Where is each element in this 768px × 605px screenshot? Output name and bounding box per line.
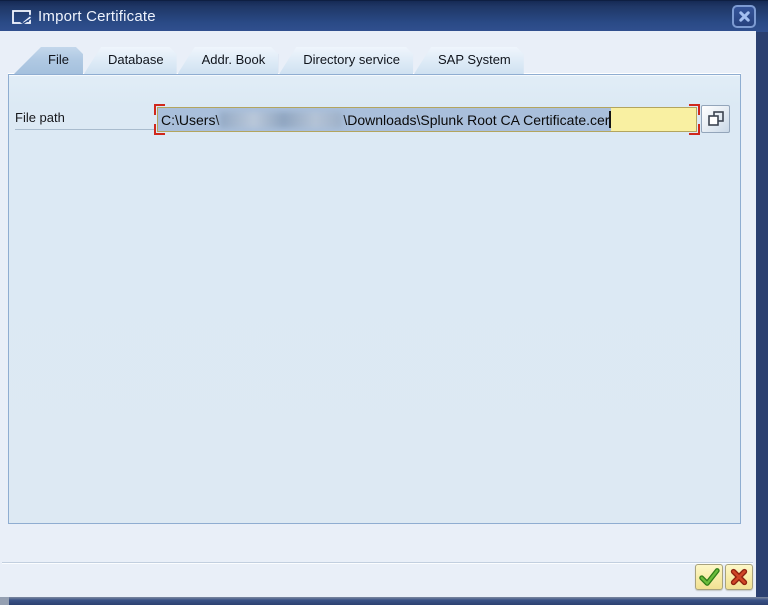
- selected-text: C:\Users\ \Downloads\Splunk Root CA Certi…: [158, 108, 611, 131]
- import-certificate-dialog: Import Certificate File Database Addr. B…: [0, 0, 768, 605]
- redacted-username: [220, 112, 342, 128]
- cancel-button[interactable]: [725, 564, 753, 590]
- tab-file[interactable]: File: [14, 47, 83, 74]
- resize-grip: [0, 597, 9, 605]
- dialog-edit-icon: [11, 8, 33, 26]
- file-path-field[interactable]: C:\Users\ \Downloads\Splunk Root CA Certi…: [154, 104, 700, 135]
- footer-divider: [2, 562, 753, 563]
- file-path-input[interactable]: C:\Users\ \Downloads\Splunk Root CA Certi…: [157, 107, 697, 132]
- text-cursor: [609, 111, 611, 128]
- file-path-label: File path: [15, 110, 156, 130]
- green-check-icon: [698, 567, 720, 587]
- file-path-prefix: C:\Users\: [161, 112, 219, 128]
- close-button[interactable]: [732, 5, 756, 28]
- confirm-button[interactable]: [695, 564, 723, 590]
- browse-files-icon: [706, 109, 726, 129]
- tab-directory-service[interactable]: Directory service: [279, 47, 413, 74]
- close-x-icon: [738, 10, 751, 23]
- file-path-suffix: \Downloads\Splunk Root CA Certificate.ce…: [343, 112, 609, 128]
- titlebar: Import Certificate: [0, 0, 768, 32]
- window-frame: [0, 597, 768, 605]
- tab-bar: File Database Addr. Book Directory servi…: [13, 47, 524, 74]
- tab-database[interactable]: Database: [84, 47, 177, 74]
- red-x-icon: [729, 567, 749, 587]
- tab-sap-system[interactable]: SAP System: [414, 47, 524, 74]
- dialog-body: File Database Addr. Book Directory servi…: [0, 31, 756, 598]
- browse-button[interactable]: [701, 105, 730, 133]
- window-title: Import Certificate: [38, 1, 156, 32]
- tab-addr-book[interactable]: Addr. Book: [178, 47, 279, 74]
- file-tab-panel: File path C:\Users\ \Downloads\Splunk Roo…: [8, 74, 741, 524]
